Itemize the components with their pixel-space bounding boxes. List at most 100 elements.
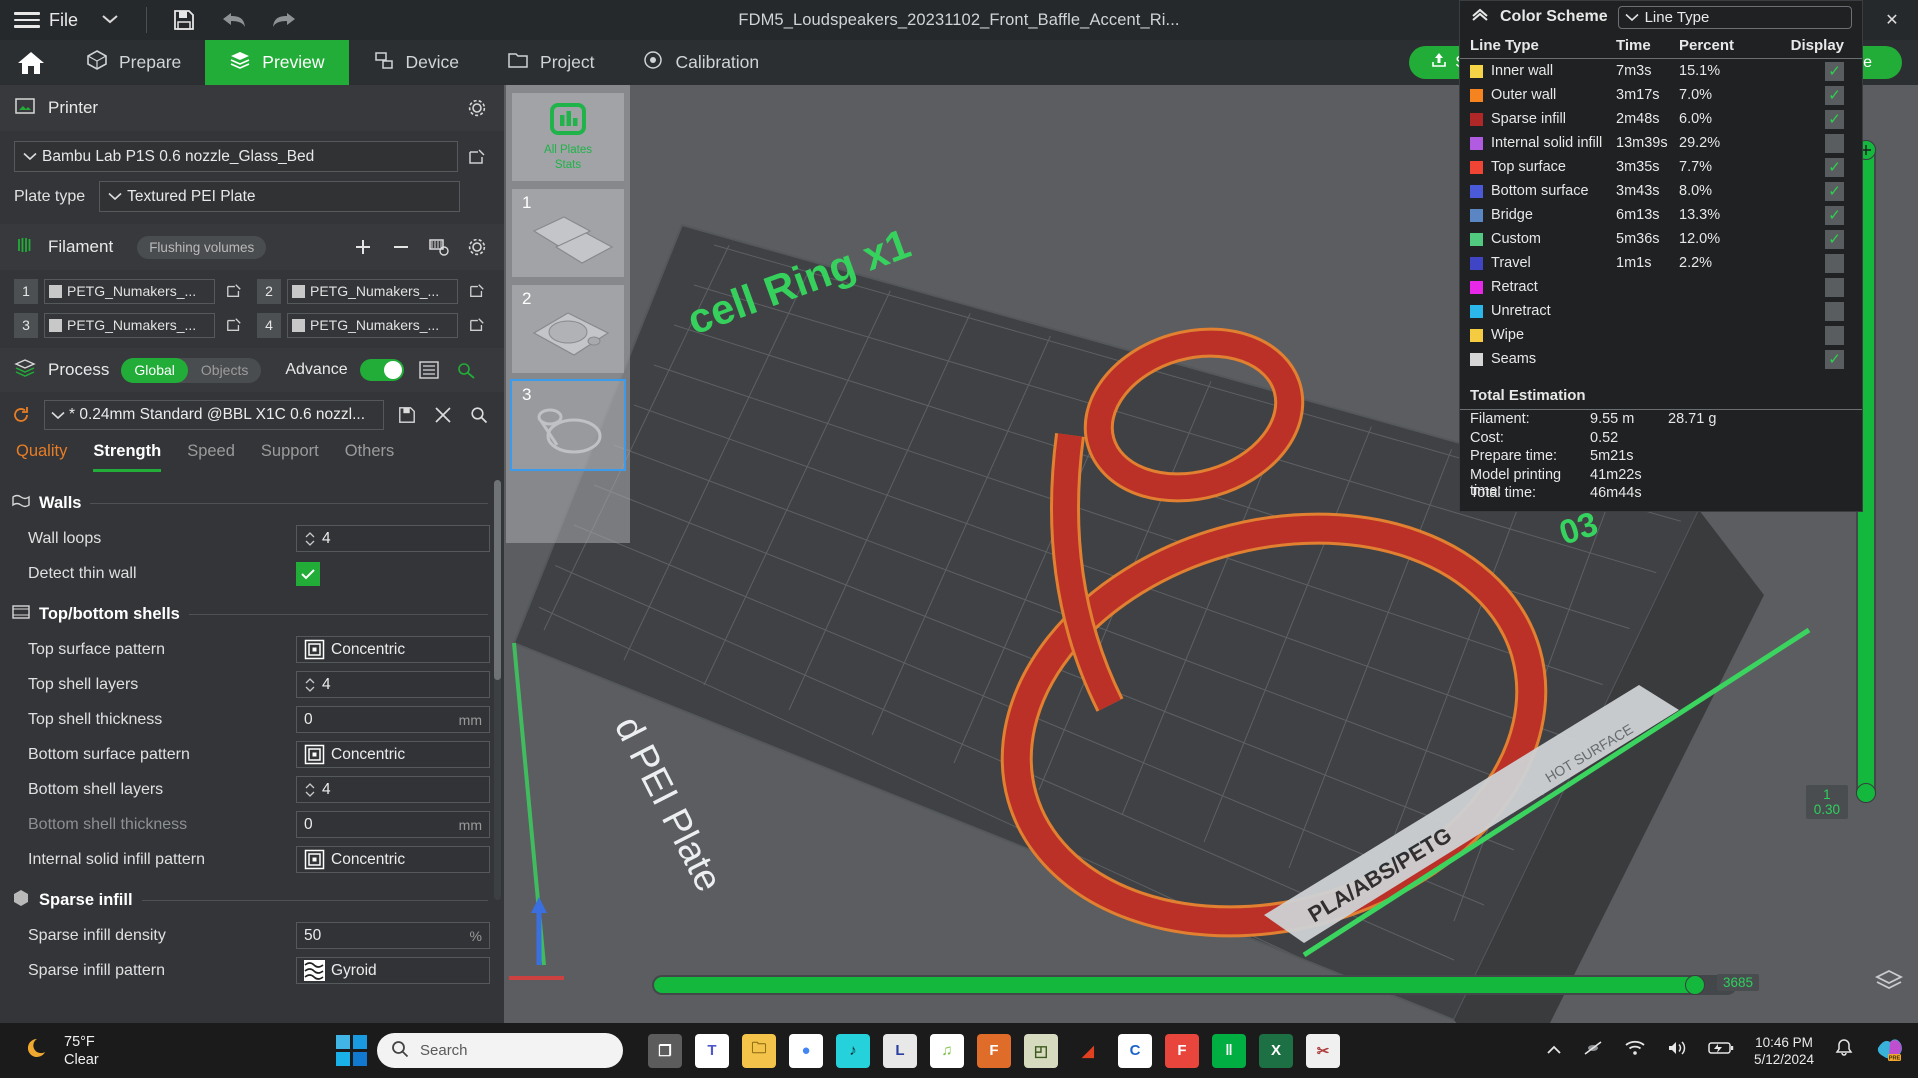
remove-filament-icon[interactable] (388, 234, 414, 260)
legend-row[interactable]: Top surface3m35s7.7% (1460, 155, 1862, 179)
show-hidden-icons-chevron-icon[interactable] (1546, 1042, 1562, 1060)
legend-row[interactable]: Travel1m1s2.2% (1460, 251, 1862, 275)
taskbar-app-freecad[interactable]: F (1165, 1034, 1199, 1068)
legend-display-checkbox[interactable] (1825, 278, 1844, 297)
menu-icon[interactable] (14, 10, 40, 30)
bottom-shell-thickness-input[interactable]: 0 mm (296, 811, 490, 838)
edit-filament-icon[interactable] (221, 312, 247, 338)
legend-display-checkbox[interactable] (1825, 206, 1844, 225)
legend-row[interactable]: Bridge6m13s13.3% (1460, 203, 1862, 227)
search-preset-icon[interactable] (466, 402, 492, 428)
redo-icon[interactable] (267, 3, 301, 37)
legend-display-checkbox[interactable] (1825, 302, 1844, 321)
legend-row[interactable]: Retract (1460, 275, 1862, 299)
filament-slot[interactable]: 3 PETG_Numakers_... (14, 312, 247, 338)
detect-thin-wall-checkbox[interactable] (296, 562, 320, 586)
parameter-list-icon[interactable] (416, 357, 442, 383)
spinner-icon[interactable] (304, 782, 316, 798)
edit-printer-icon[interactable] (464, 144, 490, 170)
legend-row[interactable]: Sparse infill2m48s6.0% (1460, 107, 1862, 131)
bottom-surface-pattern-combo[interactable]: Concentric (296, 741, 490, 768)
tab-speed[interactable]: Speed (187, 442, 235, 472)
notifications-bell-icon[interactable] (1834, 1038, 1854, 1063)
collapse-icon[interactable] (1470, 8, 1490, 27)
tab-strength[interactable]: Strength (93, 442, 161, 472)
taskbar-app-bambu-studio[interactable]: ‖ (1212, 1034, 1246, 1068)
legend-row[interactable]: Bottom surface3m43s8.0% (1460, 179, 1862, 203)
undo-icon[interactable] (217, 3, 251, 37)
filament-slot[interactable]: 4 PETG_Numakers_... (257, 312, 490, 338)
add-filament-icon[interactable] (350, 234, 376, 260)
home-button[interactable] (0, 40, 62, 85)
legend-display-checkbox[interactable] (1825, 110, 1844, 129)
edit-filament-icon[interactable] (464, 312, 490, 338)
clock[interactable]: 10:46 PM 5/12/2024 (1754, 1034, 1814, 1068)
taskbar-app-lightburn[interactable]: L (883, 1034, 917, 1068)
start-button[interactable] (336, 1035, 367, 1066)
reset-preset-icon[interactable] (8, 402, 34, 428)
legend-row[interactable]: Outer wall3m17s7.0% (1460, 83, 1862, 107)
filament-name-box[interactable]: PETG_Numakers_... (287, 279, 458, 304)
top-shell-layers-input[interactable]: 4 (296, 671, 490, 698)
chevron-down-icon[interactable] (100, 12, 120, 29)
plate-type-combo[interactable]: Textured PEI Plate (99, 181, 460, 212)
taskbar-app-audio-app[interactable]: ♫ (930, 1034, 964, 1068)
layer-slider-bottom-handle[interactable] (1856, 783, 1876, 803)
filament-name-box[interactable]: PETG_Numakers_... (287, 313, 458, 338)
delete-preset-icon[interactable] (430, 402, 456, 428)
ams-sync-icon[interactable] (426, 234, 452, 260)
filament-settings-gear-icon[interactable] (464, 234, 490, 260)
legend-display-checkbox[interactable] (1825, 86, 1844, 105)
filament-name-box[interactable]: PETG_Numakers_... (44, 313, 215, 338)
taskbar-app-excel[interactable]: X (1259, 1034, 1293, 1068)
legend-display-checkbox[interactable] (1825, 182, 1844, 201)
scope-objects[interactable]: Objects (188, 358, 261, 383)
tab-prepare[interactable]: Prepare (62, 40, 205, 85)
taskbar-app-snipping-tool[interactable]: ✂ (1306, 1034, 1340, 1068)
edit-filament-icon[interactable] (464, 278, 490, 304)
save-preset-icon[interactable] (394, 402, 420, 428)
plate-thumb-3[interactable]: 3 (512, 381, 624, 469)
search-params-icon[interactable] (454, 357, 480, 383)
file-menu-label[interactable]: File (49, 10, 78, 31)
scope-global[interactable]: Global (121, 358, 187, 383)
legend-display-checkbox[interactable] (1825, 326, 1844, 345)
legend-display-checkbox[interactable] (1825, 254, 1844, 273)
taskbar-app-cura[interactable]: C (1118, 1034, 1152, 1068)
volume-icon[interactable] (1666, 1039, 1688, 1062)
tab-quality[interactable]: Quality (16, 442, 67, 472)
legend-row[interactable]: Internal solid infill13m39s29.2% (1460, 131, 1862, 155)
search-box[interactable]: Search (377, 1033, 623, 1068)
tab-preview[interactable]: Preview (205, 40, 348, 85)
taskbar-app-amazon-music[interactable]: ♪ (836, 1034, 870, 1068)
sparse-infill-pattern-combo[interactable]: Gyroid (296, 957, 490, 984)
filament-slot[interactable]: 2 PETG_Numakers_... (257, 278, 490, 304)
legend-display-checkbox[interactable] (1825, 350, 1844, 369)
taskbar-app-file-explorer[interactable]: 🗀 (742, 1034, 776, 1068)
legend-display-checkbox[interactable] (1825, 230, 1844, 249)
taskbar-app-chrome[interactable]: ● (789, 1034, 823, 1068)
tab-support[interactable]: Support (261, 442, 319, 472)
edit-filament-icon[interactable] (221, 278, 247, 304)
plate-thumb-1[interactable]: 1 (512, 189, 624, 277)
top-surface-pattern-combo[interactable]: Concentric (296, 636, 490, 663)
printer-preset-combo[interactable]: Bambu Lab P1S 0.6 nozzle_Glass_Bed (14, 141, 458, 172)
moves-slider-handle[interactable] (1685, 975, 1705, 995)
legend-row[interactable]: Unretract (1460, 299, 1862, 323)
moves-slider[interactable]: 3685 (652, 975, 1737, 995)
color-scheme-select[interactable]: Line Type (1618, 6, 1852, 29)
filament-slot[interactable]: 1 PETG_Numakers_... (14, 278, 247, 304)
bottom-shell-layers-input[interactable]: 4 (296, 776, 490, 803)
spinner-icon[interactable] (304, 531, 316, 547)
printer-settings-gear-icon[interactable] (464, 95, 490, 121)
sparse-infill-density-input[interactable]: 50 % (296, 922, 490, 949)
legend-row[interactable]: Inner wall7m3s15.1% (1460, 59, 1862, 83)
tab-calibration[interactable]: Calibration (618, 40, 783, 85)
top-shell-thickness-input[interactable]: 0 mm (296, 706, 490, 733)
spinner-icon[interactable] (304, 677, 316, 693)
legend-row[interactable]: Wipe (1460, 323, 1862, 347)
taskbar-app-task-view[interactable]: ❐ (648, 1034, 682, 1068)
view-layers-icon[interactable] (1874, 968, 1904, 999)
tab-device[interactable]: Device (349, 40, 484, 85)
legend-display-checkbox[interactable] (1825, 158, 1844, 177)
